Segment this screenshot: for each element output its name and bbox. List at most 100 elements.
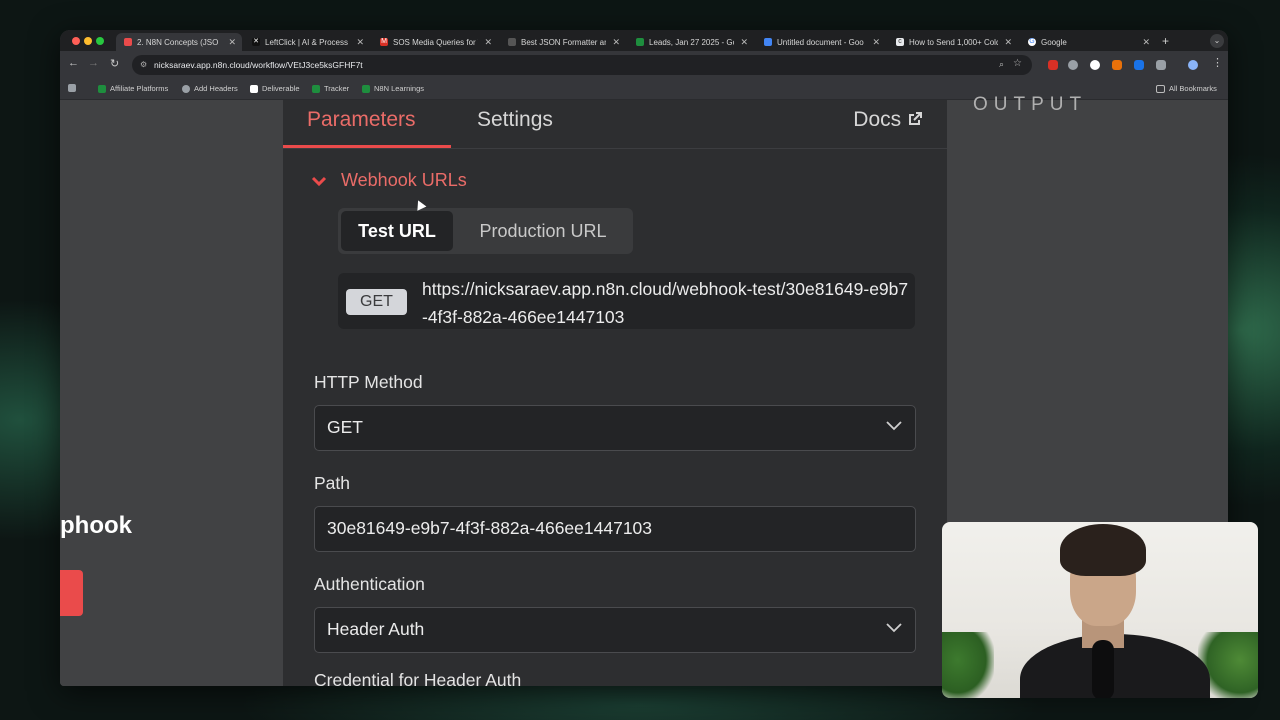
browser-tab[interactable]: ✕ LeftClick | AI & Process O ✕ xyxy=(244,33,370,51)
credential-label: Credential for Header Auth xyxy=(314,670,522,686)
tab-title: 2. N8N Concepts (JSO xyxy=(137,37,219,47)
new-tab-icon[interactable]: + xyxy=(1162,34,1169,48)
close-tab-icon[interactable]: ✕ xyxy=(872,37,880,48)
formatter-favicon-icon xyxy=(508,38,516,46)
input-pane: phook xyxy=(60,100,283,686)
browser-toolbar: ← → ↻ ⚙ nicksaraev.app.n8n.cloud/workflo… xyxy=(60,51,1228,79)
sheets-icon xyxy=(362,84,370,93)
presenter-hair xyxy=(1060,524,1146,576)
authentication-select[interactable]: Header Auth xyxy=(314,607,916,653)
close-tab-icon[interactable]: ✕ xyxy=(1142,37,1150,48)
browser-tab[interactable]: Leads, Jan 27 2025 - Goo ✕ xyxy=(628,33,754,51)
tab-title: Google xyxy=(1041,37,1067,47)
minimize-window-icon[interactable] xyxy=(84,37,92,45)
close-tab-icon[interactable]: ✕ xyxy=(484,37,492,48)
docs-link[interactable]: Docs xyxy=(853,108,923,132)
reload-icon[interactable]: ↻ xyxy=(110,57,119,70)
extension-icon[interactable] xyxy=(1134,60,1144,70)
extension-icon[interactable] xyxy=(1068,60,1078,70)
http-method-value: GET xyxy=(327,417,363,437)
address-bar[interactable]: ⚙ nicksaraev.app.n8n.cloud/workflow/VEtJ… xyxy=(132,55,1032,75)
close-window-icon[interactable] xyxy=(72,37,80,45)
tab-title: Best JSON Formatter and xyxy=(521,37,607,47)
path-label: Path xyxy=(314,473,350,493)
sheets-favicon-icon xyxy=(636,38,644,46)
external-link-icon xyxy=(909,112,922,125)
extension-icon[interactable] xyxy=(1112,60,1122,70)
action-button[interactable] xyxy=(60,570,83,616)
extension-icon[interactable] xyxy=(1090,60,1100,70)
tab-title: Untitled document - Goo xyxy=(777,37,864,47)
tab-title: How to Send 1,000+ Cold xyxy=(909,37,999,47)
close-tab-icon[interactable]: ✕ xyxy=(228,37,236,48)
forward-arrow-icon[interactable]: → xyxy=(88,57,99,69)
extensions-puzzle-icon[interactable] xyxy=(1156,60,1166,70)
tab-settings[interactable]: Settings xyxy=(477,108,553,132)
all-bookmarks[interactable]: All Bookmarks xyxy=(1156,84,1217,93)
globe-icon xyxy=(182,84,190,93)
folder-icon xyxy=(1156,84,1165,93)
bookmark-item[interactable]: Tracker xyxy=(312,84,349,93)
active-tab-underline xyxy=(283,145,451,148)
google-favicon-icon: G xyxy=(1028,38,1036,46)
extension-icon[interactable] xyxy=(1048,60,1058,70)
zoom-icon[interactable]: ⌕ xyxy=(999,59,1004,70)
http-method-select[interactable]: GET xyxy=(314,405,916,451)
bookmark-item[interactable]: Affiliate Platforms xyxy=(98,84,168,93)
path-input[interactable]: 30e81649-e9b7-4f3f-882a-466ee1447103 xyxy=(314,506,916,552)
apps-grid-icon[interactable] xyxy=(68,84,80,92)
chevron-down-icon xyxy=(886,421,902,431)
section-title: Webhook URLs xyxy=(341,170,467,190)
profile-avatar-icon[interactable] xyxy=(1188,60,1198,70)
webhook-url[interactable]: https://nicksaraev.app.n8n.cloud/webhook… xyxy=(422,275,910,331)
back-arrow-icon[interactable]: ← xyxy=(68,57,79,69)
tab-title: SOS Media Queries for Th xyxy=(393,37,479,47)
leftclick-favicon-icon: ✕ xyxy=(252,38,260,46)
webcam-overlay xyxy=(942,522,1258,698)
close-tab-icon[interactable]: ✕ xyxy=(740,37,748,48)
close-tab-icon[interactable]: ✕ xyxy=(356,37,364,48)
close-tab-icon[interactable]: ✕ xyxy=(612,37,620,48)
panel-tabs: Parameters Settings Docs xyxy=(283,100,947,149)
bookmark-item[interactable]: Deliverable xyxy=(250,84,300,93)
browser-tab[interactable]: M SOS Media Queries for Th ✕ xyxy=(372,33,498,51)
authentication-label: Authentication xyxy=(314,574,425,594)
site-info-icon[interactable]: ⚙ xyxy=(140,60,147,69)
node-title: phook xyxy=(60,512,132,539)
tab-title: LeftClick | AI & Process O xyxy=(265,37,351,47)
tab-search-chevron-icon[interactable]: ⌄ xyxy=(1210,34,1224,48)
bookmark-item[interactable]: Add Headers xyxy=(182,84,238,93)
plant-left xyxy=(942,632,994,698)
method-badge: GET xyxy=(346,289,407,315)
authentication-value: Header Auth xyxy=(327,619,425,639)
tab-parameters[interactable]: Parameters xyxy=(307,108,416,132)
notion-icon xyxy=(250,84,258,93)
browser-tab[interactable]: G Google ✕ xyxy=(1020,33,1156,51)
webhook-url-box[interactable]: GET https://nicksaraev.app.n8n.cloud/web… xyxy=(338,273,915,329)
n8n-favicon-icon xyxy=(124,38,132,46)
node-parameters-panel: Parameters Settings Docs Webhook URLs Te… xyxy=(283,100,947,686)
tab-strip: 2. N8N Concepts (JSO ✕ ✕ LeftClick | AI … xyxy=(60,30,1228,51)
url-type-toggle: Test URL Production URL xyxy=(338,208,633,254)
docs-favicon-icon xyxy=(764,38,772,46)
gmail-favicon-icon: M xyxy=(380,38,388,46)
sheets-icon xyxy=(98,84,106,93)
bookmark-item[interactable]: N8N Learnings xyxy=(362,84,424,93)
maximize-window-icon[interactable] xyxy=(96,37,104,45)
url-text[interactable]: nicksaraev.app.n8n.cloud/workflow/VEtJ3c… xyxy=(154,60,363,70)
browser-tab[interactable]: 2. N8N Concepts (JSO ✕ xyxy=(116,33,242,51)
close-tab-icon[interactable]: ✕ xyxy=(1004,37,1012,48)
article-favicon-icon: c xyxy=(896,38,904,46)
test-url-button[interactable]: Test URL xyxy=(341,211,453,251)
browser-tab[interactable]: Best JSON Formatter and ✕ xyxy=(500,33,626,51)
chevron-down-icon xyxy=(311,176,327,186)
http-method-label: HTTP Method xyxy=(314,372,423,392)
browser-tab[interactable]: Untitled document - Goo ✕ xyxy=(756,33,886,51)
browser-tab[interactable]: c How to Send 1,000+ Cold ✕ xyxy=(888,33,1018,51)
microphone-icon xyxy=(1092,640,1114,698)
webhook-urls-toggle[interactable]: Webhook URLs xyxy=(311,170,467,191)
chevron-down-icon xyxy=(886,623,902,633)
production-url-button[interactable]: Production URL xyxy=(458,211,628,251)
browser-menu-icon[interactable]: ⋮ xyxy=(1212,56,1223,69)
bookmark-star-icon[interactable]: ☆ xyxy=(1013,58,1022,69)
